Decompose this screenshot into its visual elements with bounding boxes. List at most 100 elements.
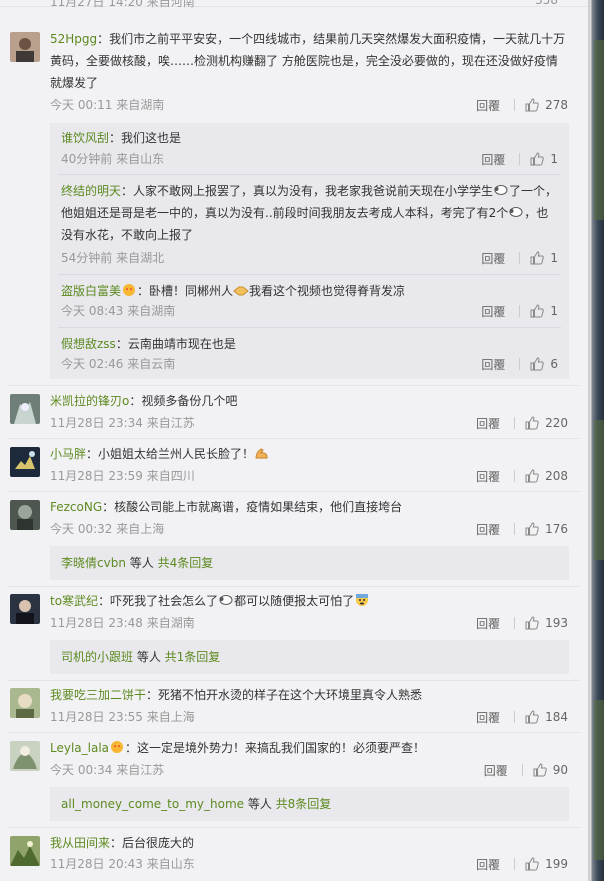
comment-meta: 11月28日 20:43 来自山东 bbox=[50, 857, 195, 871]
username[interactable]: FezcoNG bbox=[50, 500, 102, 514]
username[interactable]: 我从田间来 bbox=[50, 836, 110, 850]
avatar[interactable] bbox=[10, 447, 40, 477]
more-replies-count[interactable]: 共1条回复 bbox=[165, 650, 221, 664]
divider bbox=[58, 174, 561, 175]
comment-actions: 回覆 278 bbox=[476, 97, 568, 113]
separator bbox=[514, 470, 516, 482]
like-count[interactable]: 208 bbox=[545, 469, 568, 483]
comment-item: 小马胖：小姐姐太给兰州人民长脸了！ 11月28日 23:59 来自四川 回覆 2… bbox=[0, 443, 588, 493]
like-count[interactable]: 358 bbox=[535, 0, 558, 7]
thumbs-up-icon[interactable] bbox=[533, 763, 547, 777]
reply-button[interactable]: 回覆 bbox=[481, 356, 505, 373]
like-count[interactable]: 90 bbox=[553, 763, 568, 777]
reply-button[interactable]: 回覆 bbox=[476, 415, 500, 432]
username[interactable]: 米凯拉的锋刃o bbox=[50, 394, 129, 408]
sheep-emoji-icon bbox=[509, 207, 523, 217]
comment-meta: 11月28日 23:55 来自上海 bbox=[50, 710, 195, 724]
separator bbox=[521, 764, 523, 776]
reply-button[interactable]: 回覆 bbox=[476, 97, 500, 114]
reply-button[interactable]: 回覆 bbox=[484, 762, 508, 779]
more-replies-link[interactable]: all_money_come_to_my_home 等人 共8条回复 bbox=[50, 787, 569, 821]
comment-meta: 11月27日 14:20 来自河南 bbox=[50, 0, 195, 9]
comment-meta: 11月28日 23:48 来自湖南 bbox=[50, 616, 195, 630]
username[interactable]: 假想敌zss bbox=[61, 337, 116, 351]
divider bbox=[8, 732, 580, 733]
avatar[interactable] bbox=[10, 500, 40, 530]
more-replies-name[interactable]: all_money_come_to_my_home bbox=[61, 797, 244, 811]
reply-button[interactable]: 回覆 bbox=[481, 151, 505, 168]
more-replies-name[interactable]: 李晓倩cvbn bbox=[61, 556, 126, 570]
like-count[interactable]: 1 bbox=[550, 251, 558, 265]
thumbs-up-icon[interactable] bbox=[525, 616, 539, 630]
reply-button[interactable]: 回覆 bbox=[481, 250, 505, 267]
comment-body: FezcoNG：核酸公司能上市就离谱，疫情如果结束，他们直接垮台 bbox=[50, 500, 403, 514]
reply-button[interactable]: 回覆 bbox=[476, 709, 500, 726]
divider bbox=[8, 491, 580, 492]
reply-button[interactable]: 回覆 bbox=[476, 521, 500, 538]
username[interactable]: 52Hpgg bbox=[50, 32, 97, 46]
comment-meta: 今天 00:34 来自江苏 bbox=[50, 763, 165, 777]
username[interactable]: 谁饮风刮 bbox=[61, 131, 109, 145]
more-replies-count[interactable]: 共8条回复 bbox=[276, 797, 332, 811]
reply-button[interactable]: 回覆 bbox=[481, 303, 505, 320]
divider bbox=[8, 385, 580, 386]
sub-reply-meta: 今天 02:46 来自云南 bbox=[61, 357, 176, 371]
comment-actions: 回覆 208 bbox=[476, 468, 568, 484]
like-count[interactable]: 278 bbox=[545, 98, 568, 112]
comment-text: 视频多备份几个吧 bbox=[141, 394, 238, 408]
username[interactable]: 我要吃三加二饼干 bbox=[50, 688, 146, 702]
comment-item: 我要吃三加二饼干：死猪不怕开水烫的样子在这个大环境里真令人熟悉 11月28日 2… bbox=[0, 684, 588, 734]
separator bbox=[514, 523, 516, 535]
avatar[interactable] bbox=[10, 688, 40, 718]
like-count[interactable]: 6 bbox=[550, 357, 558, 371]
avatar[interactable] bbox=[10, 741, 40, 771]
avatar[interactable] bbox=[10, 836, 40, 866]
thumbs-up-icon[interactable] bbox=[525, 469, 539, 483]
sub-reply-actions: 回覆 6 bbox=[481, 356, 558, 372]
comment-text: 我们市之前平平安安，一个四线城市，结果前几天突然爆发大面积疫情，一天就几十万黄码… bbox=[50, 32, 566, 90]
username[interactable]: 小马胖 bbox=[50, 447, 86, 461]
username[interactable]: Leyla_lala bbox=[50, 741, 109, 755]
thumbs-up-icon[interactable] bbox=[525, 416, 539, 430]
username[interactable]: 盗版白富美 bbox=[61, 284, 121, 298]
reply-button[interactable]: 回覆 bbox=[476, 856, 500, 873]
thumbs-up-icon[interactable] bbox=[530, 304, 545, 318]
comment-item: to寒武纪：吓死我了社会怎么了 都可以随便报太可怕了 11月28日 23:48 来… bbox=[0, 590, 588, 640]
comment-item: Leyla_lala ：这一定是境外势力！来搞乱我们国家的！必须要严查！ 今天 0… bbox=[0, 737, 588, 787]
thumbs-up-icon[interactable] bbox=[530, 251, 545, 265]
more-replies-name[interactable]: 司机的小跟班 bbox=[61, 650, 133, 664]
comment-body: 52Hpgg：我们市之前平平安安，一个四线城市，结果前几天突然爆发大面积疫情，一… bbox=[50, 32, 566, 90]
avatar[interactable] bbox=[10, 32, 40, 62]
like-count[interactable]: 1 bbox=[550, 152, 558, 166]
thumbs-up-icon[interactable] bbox=[530, 152, 545, 166]
sub-reply-actions: 回覆 1 bbox=[481, 303, 558, 319]
username[interactable]: 终结的明天 bbox=[61, 184, 121, 198]
thumbs-up-icon[interactable] bbox=[530, 357, 545, 371]
like-count[interactable]: 220 bbox=[545, 416, 568, 430]
username[interactable]: to寒武纪 bbox=[50, 594, 98, 608]
like-count[interactable]: 193 bbox=[545, 616, 568, 630]
avatar[interactable] bbox=[10, 394, 40, 424]
comment-item: 我从田间来：后台很庞大的 11月28日 20:43 来自山东 回覆 199 bbox=[0, 832, 588, 881]
avatar[interactable] bbox=[10, 594, 40, 624]
like-count[interactable]: 1 bbox=[550, 304, 558, 318]
divider bbox=[8, 827, 580, 828]
thumbs-up-icon[interactable] bbox=[525, 710, 539, 724]
more-replies-count[interactable]: 共4条回复 bbox=[158, 556, 214, 570]
reply-button[interactable]: 回覆 bbox=[476, 468, 500, 485]
more-replies-link[interactable]: 司机的小跟班 等人 共1条回复 bbox=[50, 640, 569, 674]
like-count[interactable]: 199 bbox=[545, 857, 568, 871]
more-replies-link[interactable]: 李晓倩cvbn 等人 共4条回复 bbox=[50, 546, 569, 580]
separator bbox=[519, 153, 521, 165]
thumbs-up-icon[interactable] bbox=[525, 522, 539, 536]
thumbs-up-icon[interactable] bbox=[525, 857, 539, 871]
sub-reply-text: 人家不敢网上报罢了，真以为没有，我老家我爸说前天现在小学学生 bbox=[133, 184, 494, 198]
thumbs-up-icon[interactable] bbox=[525, 98, 539, 112]
reply-button[interactable]: 回覆 bbox=[476, 615, 500, 632]
like-count[interactable]: 176 bbox=[545, 522, 568, 536]
separator bbox=[519, 305, 521, 317]
comment-actions: 回覆 176 bbox=[476, 521, 568, 537]
sheep-emoji-icon bbox=[219, 595, 233, 605]
like-count[interactable]: 184 bbox=[545, 710, 568, 724]
background-decoration bbox=[594, 420, 604, 560]
